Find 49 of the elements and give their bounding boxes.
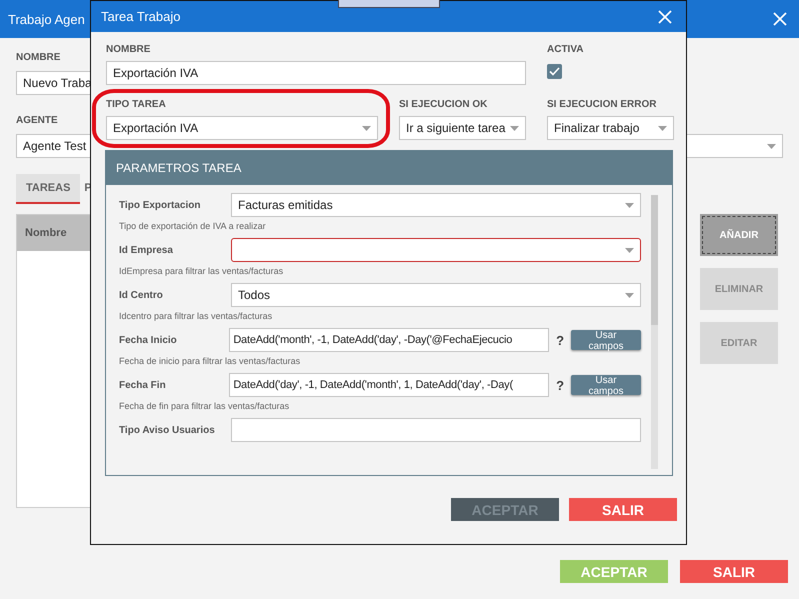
field-hint: Tipo de exportación de IVA a realizar: [119, 221, 267, 231]
use-fields-button[interactable]: Usar campos: [570, 375, 641, 395]
field-label: NOMBRE: [106, 44, 152, 55]
field-label: Fecha Fin: [119, 380, 167, 390]
input-field[interactable]: DateAdd('month', -1, DateAdd('day', -Day('@FechaEjecucio: [229, 328, 550, 352]
dropdown-field[interactable]: Finalizar trabajo: [547, 116, 674, 140]
dialog-title: Tarea Trabajo: [101, 9, 180, 24]
use-fields-button[interactable]: Usar campos: [570, 330, 641, 350]
dropdown-field[interactable]: Todos: [231, 283, 641, 307]
column-header: Nombre: [25, 227, 67, 239]
input-field[interactable]: Exportación IVA: [106, 61, 526, 85]
caret-icon: [625, 202, 634, 208]
caret-icon: [510, 126, 519, 130]
tab[interactable]: TAREAS: [16, 174, 80, 204]
caret-icon: [362, 126, 371, 130]
close-icon[interactable]: [658, 10, 672, 24]
panel-title: PARAMETROS TAREA: [116, 161, 242, 175]
help-link[interactable]: ?: [549, 378, 571, 392]
dropdown-field[interactable]: [231, 238, 641, 262]
field-label: AGENTE: [16, 115, 59, 126]
field-hint: IdEmpresa para filtrar las ventas/facturas: [119, 266, 284, 276]
dropdown-field[interactable]: Exportación IVA: [106, 116, 378, 140]
field-hint: Idcentro para filtrar las ventas/facturas: [119, 311, 274, 321]
field-label: Fecha Inicio: [119, 334, 178, 346]
field-label: Tipo Exportacion: [119, 200, 202, 210]
caret-icon: [767, 144, 776, 148]
help-link[interactable]: ?: [549, 332, 571, 348]
input-field[interactable]: DateAdd('day', -1, DateAdd('month', 1, DateAdd('day', -Day(: [229, 373, 550, 397]
drag-handle[interactable]: [338, 0, 440, 8]
field-label: SI EJECUCION ERROR: [547, 99, 658, 110]
field-label: TIPO TAREA: [106, 99, 167, 110]
caret-icon: [625, 248, 634, 252]
field-hint: Fecha de inicio para filtrar las ventas/facturas: [119, 356, 302, 366]
field-label: ACTIVA: [547, 44, 584, 55]
field-hint: Fecha de fin para filtrar las ventas/facturas: [119, 401, 290, 411]
field-label: Tipo Aviso Usuarios: [119, 424, 216, 436]
checkbox[interactable]: [547, 64, 562, 79]
caret-icon: [625, 292, 634, 298]
scrollbar[interactable]: [651, 195, 658, 469]
field-label: Id Centro: [119, 290, 164, 300]
window-title: Trabajo Agen: [8, 12, 85, 26]
close-icon[interactable]: [773, 12, 787, 26]
caret-icon: [658, 126, 667, 130]
field-label: SI EJECUCION OK: [399, 99, 488, 110]
dropdown-field[interactable]: Ir a siguiente tarea: [399, 116, 526, 140]
field-label: Id Empresa: [119, 244, 174, 256]
field-label: NOMBRE: [16, 52, 62, 63]
dropdown-field[interactable]: Facturas emitidas: [231, 193, 641, 217]
input-field[interactable]: [231, 418, 641, 442]
